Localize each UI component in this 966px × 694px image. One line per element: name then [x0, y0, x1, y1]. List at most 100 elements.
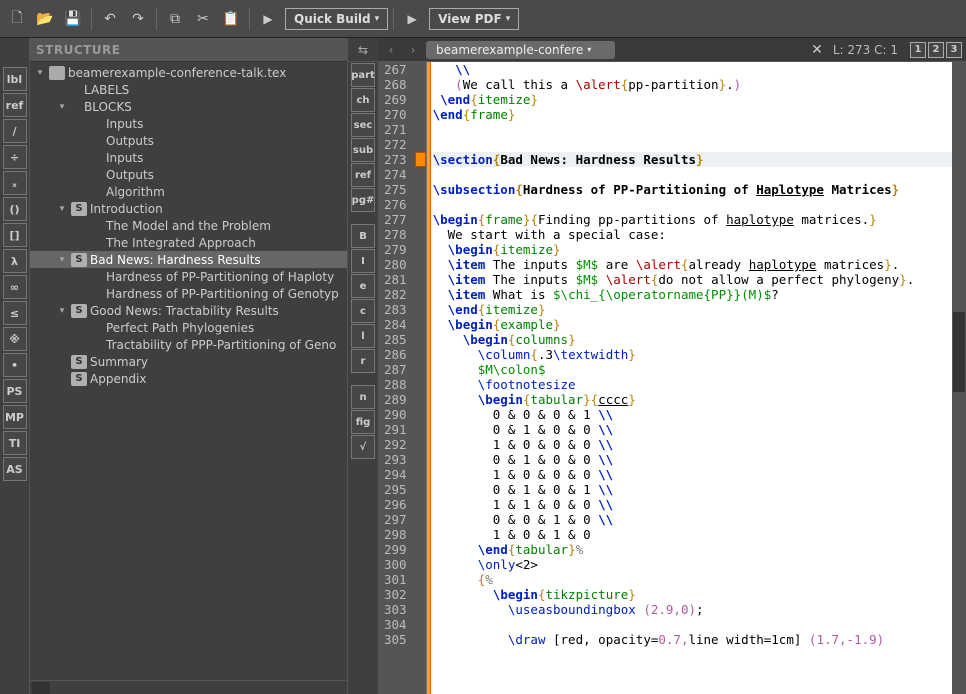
- symbol-btn-∞[interactable]: ∞: [3, 275, 27, 299]
- insert-btn-c[interactable]: c: [351, 299, 375, 323]
- tree-node[interactable]: SSummary: [30, 353, 347, 370]
- save-icon[interactable]: 💾: [60, 6, 86, 32]
- editor-tab-label: beamerexample-confere: [436, 43, 583, 57]
- symbol-btn-÷[interactable]: ÷: [3, 145, 27, 169]
- tree-node-label: Perfect Path Phylogenies: [106, 321, 254, 335]
- symbol-btn-ₓ[interactable]: ₓ: [3, 171, 27, 195]
- tree-node-label: beamerexample-conference-talk.tex: [68, 66, 286, 80]
- insert-btn-sub[interactable]: sub: [351, 138, 375, 162]
- tree-node-label: Hardness of PP-Partitioning of Haploty: [106, 270, 334, 284]
- run-build-icon[interactable]: ▶: [255, 6, 281, 32]
- quick-build-label: Quick Build: [294, 12, 371, 26]
- tree-node[interactable]: ▾SBad News: Hardness Results: [30, 251, 347, 268]
- tree-node[interactable]: Perfect Path Phylogenies: [30, 319, 347, 336]
- copy-icon[interactable]: ⧉: [162, 6, 188, 32]
- bookmark-button-2[interactable]: 2: [928, 42, 944, 58]
- tree-node[interactable]: SAppendix: [30, 370, 347, 387]
- section-icon: S: [71, 304, 87, 318]
- insert-btn-I[interactable]: I: [351, 249, 375, 273]
- bookmark-gutter[interactable]: [415, 62, 427, 694]
- symbol-btn-[][interactable]: []: [3, 223, 27, 247]
- symbol-btn-/[interactable]: /: [3, 119, 27, 143]
- quick-build-combo[interactable]: Quick Build ▾: [285, 8, 388, 30]
- symbol-btn-•[interactable]: •: [3, 353, 27, 377]
- cut-icon[interactable]: ✂: [190, 6, 216, 32]
- tree-twisty-icon[interactable]: ▾: [56, 102, 68, 112]
- symbol-btn-TI[interactable]: TI: [3, 431, 27, 455]
- code-editor[interactable]: \\ (We call this a \alert{pp-partition}.…: [431, 62, 952, 694]
- insert-btn-√[interactable]: √: [351, 435, 375, 459]
- open-file-icon[interactable]: 📂: [32, 6, 58, 32]
- section-icon: S: [71, 355, 87, 369]
- tree-node[interactable]: ▾ beamerexample-conference-talk.tex: [30, 64, 347, 81]
- symbol-btn-PS[interactable]: PS: [3, 379, 27, 403]
- symbol-btn-※[interactable]: ※: [3, 327, 27, 351]
- symbol-btn-AS[interactable]: AS: [3, 457, 27, 481]
- tab-next-icon[interactable]: ›: [404, 43, 422, 57]
- insert-btn-r[interactable]: r: [351, 349, 375, 373]
- tree-node-label: Summary: [90, 355, 148, 369]
- tree-node[interactable]: ▾SGood News: Tractability Results: [30, 302, 347, 319]
- new-file-icon[interactable]: 🗋: [4, 6, 30, 32]
- tree-node[interactable]: Tractability of PPP-Partitioning of Geno: [30, 336, 347, 353]
- symbol-btn-()[interactable]: (): [3, 197, 27, 221]
- run-view-icon[interactable]: ▶: [399, 6, 425, 32]
- structure-hscrollbar[interactable]: [30, 680, 347, 694]
- tree-node-label: LABELS: [84, 83, 129, 97]
- section-icon: S: [71, 202, 87, 216]
- tree-node[interactable]: The Model and the Problem: [30, 217, 347, 234]
- paste-icon[interactable]: 📋: [218, 6, 244, 32]
- tab-prev-icon[interactable]: ‹: [382, 43, 400, 57]
- editor-tab[interactable]: beamerexample-confere ▾: [426, 41, 615, 59]
- tree-twisty-icon[interactable]: ▾: [56, 255, 68, 265]
- insert-btn-n[interactable]: n: [351, 385, 375, 409]
- editor-vscrollbar[interactable]: [952, 62, 966, 694]
- tree-node-label: Good News: Tractability Results: [90, 304, 279, 318]
- symbol-btn-MP[interactable]: MP: [3, 405, 27, 429]
- insert-btn-l[interactable]: l: [351, 324, 375, 348]
- symbol-btn-≤[interactable]: ≤: [3, 301, 27, 325]
- tree-node[interactable]: Algorithm: [30, 183, 347, 200]
- undo-icon[interactable]: ↶: [97, 6, 123, 32]
- tree-node-label: The Integrated Approach: [106, 236, 256, 250]
- section-icon: S: [71, 253, 87, 267]
- cursor-position: L: 273 C: 1: [833, 43, 904, 57]
- insert-btn-fig[interactable]: fig: [351, 410, 375, 434]
- close-tab-icon[interactable]: ✕: [805, 42, 829, 58]
- view-pdf-combo[interactable]: View PDF ▾: [429, 8, 519, 30]
- symbol-btn-ref[interactable]: ref: [3, 93, 27, 117]
- bookmark-button-1[interactable]: 1: [910, 42, 926, 58]
- bookmark-button-3[interactable]: 3: [946, 42, 962, 58]
- view-pdf-label: View PDF: [438, 12, 502, 26]
- tree-node[interactable]: Hardness of PP-Partitioning of Genotyp: [30, 285, 347, 302]
- insert-btn-ref[interactable]: ref: [351, 163, 375, 187]
- tree-node-label: Introduction: [90, 202, 163, 216]
- tree-twisty-icon[interactable]: ▾: [34, 68, 46, 78]
- tree-node-label: Bad News: Hardness Results: [90, 253, 261, 267]
- redo-icon[interactable]: ↷: [125, 6, 151, 32]
- tree-node[interactable]: Hardness of PP-Partitioning of Haploty: [30, 268, 347, 285]
- symbol-btn-lbl[interactable]: lbl: [3, 67, 27, 91]
- tree-node[interactable]: Outputs: [30, 132, 347, 149]
- structure-tree[interactable]: ▾ beamerexample-conference-talk.tex LABELS…: [30, 62, 347, 680]
- tree-node[interactable]: LABELS: [30, 81, 347, 98]
- tree-twisty-icon[interactable]: ▾: [56, 204, 68, 214]
- tree-node[interactable]: ▾SIntroduction: [30, 200, 347, 217]
- insert-btn-pg#[interactable]: pg#: [351, 188, 375, 212]
- insert-btn-part[interactable]: part: [351, 63, 375, 87]
- tree-node[interactable]: ▾BLOCKS: [30, 98, 347, 115]
- insert-btn-B[interactable]: B: [351, 224, 375, 248]
- tree-node[interactable]: Inputs: [30, 149, 347, 166]
- panel-toggle-icon[interactable]: ⇆: [358, 43, 368, 57]
- tree-node[interactable]: The Integrated Approach: [30, 234, 347, 251]
- tree-node[interactable]: Outputs: [30, 166, 347, 183]
- insert-btn-sec[interactable]: sec: [351, 113, 375, 137]
- tree-node[interactable]: Inputs: [30, 115, 347, 132]
- chevron-down-icon: ▾: [506, 14, 511, 24]
- tree-twisty-icon[interactable]: ▾: [56, 306, 68, 316]
- tree-node-label: Hardness of PP-Partitioning of Genotyp: [106, 287, 339, 301]
- tree-node-label: Outputs: [106, 134, 154, 148]
- insert-btn-e[interactable]: e: [351, 274, 375, 298]
- insert-btn-ch[interactable]: ch: [351, 88, 375, 112]
- symbol-btn-λ[interactable]: λ: [3, 249, 27, 273]
